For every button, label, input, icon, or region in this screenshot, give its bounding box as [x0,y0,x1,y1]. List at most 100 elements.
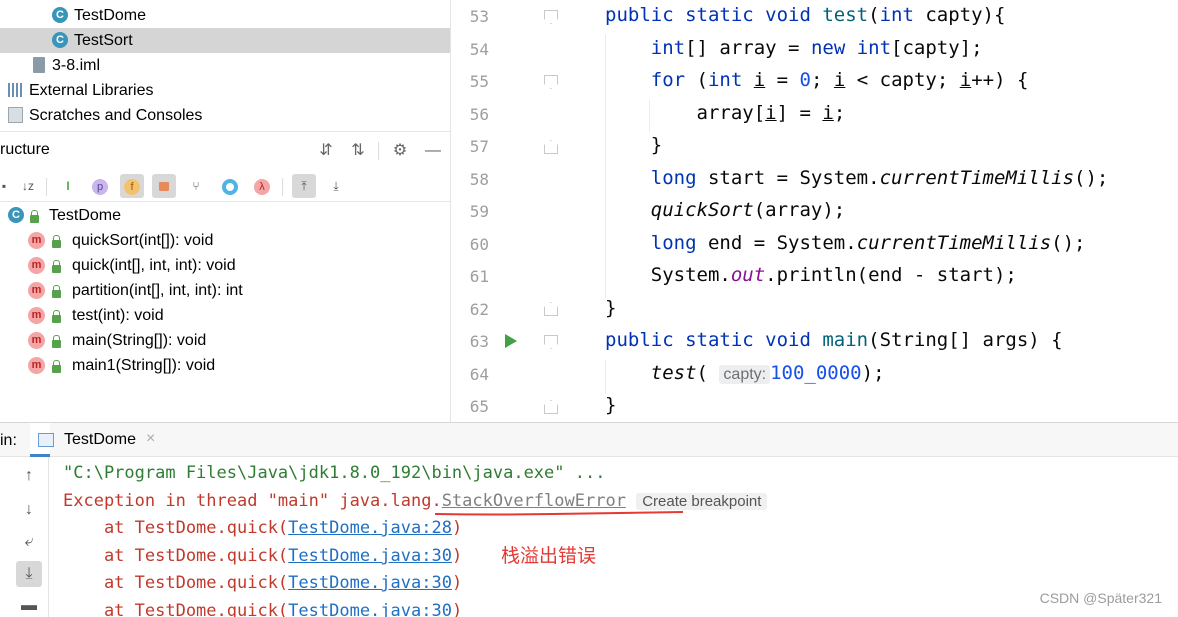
annotation-text: 栈溢出错误 [501,545,597,567]
structure-member[interactable]: m test(int): void [0,303,450,328]
fold-marker-icon[interactable] [544,400,558,414]
code-line: public static void test(int capty){ [605,4,1006,26]
member-label: quickSort(int[]): void [72,232,214,249]
code-line: } [605,134,663,156]
print-icon[interactable]: ▬ [16,593,42,617]
show-properties-button[interactable]: p [88,174,112,198]
fold-marker-icon[interactable] [544,75,558,89]
structure-member[interactable]: m main1(String[]): void [0,353,450,378]
down-arrow-icon[interactable]: ↓ [16,497,42,523]
collapse-all-icon[interactable]: ⇅ [348,141,368,161]
frame-suffix: ) [451,546,463,566]
run-label: in: [0,432,17,449]
tree-item-iml[interactable]: 3-8.iml [0,53,450,78]
code-editor[interactable]: 53 54 55 56 57 58 59 60 61 62 63 64 65 p… [450,0,1178,422]
fold-marker-icon[interactable] [544,10,558,24]
code-line: array[i] = i; [605,102,846,124]
member-label: test(int): void [72,307,164,324]
frame-source-link[interactable]: TestDome.java:30 [288,546,452,566]
frame-source-link[interactable]: TestDome.java:30 [288,573,452,593]
sort-alpha-icon[interactable]: ↓z [16,174,40,198]
code-line: } [605,394,617,416]
tree-item-scratches[interactable]: Scratches and Consoles [0,103,450,128]
run-tool-window: in: TestDome × ↑ ↓ ⤶ ⤓ ▬ "C:\Program Fil… [0,422,1178,617]
method-icon: m [28,332,45,349]
structure-header: ructure ⇵ ⇅ ⚙ — [0,131,450,169]
frame-source-link[interactable]: TestDome.java:28 [288,518,452,538]
gear-icon[interactable]: ⚙ [390,141,410,161]
code-line: public static void main(String[] args) { [605,329,1063,351]
line-number: 60 [469,235,489,254]
fold-marker-icon[interactable] [544,302,558,316]
line-number: 63 [469,332,489,351]
frame-prefix: at TestDome.quick( [63,573,289,593]
run-tab-testdome[interactable]: TestDome × [30,423,155,457]
watermark: CSDN @Später321 [1039,590,1162,606]
tree-item-testdome[interactable]: C TestDome [0,3,450,28]
code-line: long start = System.currentTimeMillis(); [650,167,1109,189]
show-fields-button[interactable]: f [120,174,144,198]
close-icon[interactable]: × [146,430,155,448]
tree-item-label: 3-8.iml [52,57,101,74]
lock-icon [52,235,61,248]
structure-title: ructure [0,141,50,158]
scroll-to-end-icon[interactable]: ⤓ [16,561,42,587]
line-number: 62 [469,300,489,319]
structure-toolbar: ▪ ↓z I p f ⑂ λ ⤒ ⤓ [0,169,450,202]
tree-item-testsort[interactable]: C TestSort [0,28,450,53]
structure-member[interactable]: m main(String[]): void [0,328,450,353]
autoscroll-from-source-icon[interactable]: ⤓ [324,174,348,198]
code-line: int[] array = new int[capty]; [650,37,983,59]
show-non-public-button[interactable] [152,174,176,198]
lock-icon [52,360,61,373]
show-lambdas-circle-icon[interactable] [218,174,242,198]
fold-marker-icon[interactable] [544,335,558,349]
expand-all-icon[interactable]: ⇵ [316,141,336,161]
tree-item-label: TestSort [74,32,133,49]
divider [282,178,283,196]
p-icon: p [92,179,108,195]
editor-gutter: 53 54 55 56 57 58 59 60 61 62 63 64 65 [451,0,563,422]
code-line: quickSort(array); [650,199,846,221]
structure-member[interactable]: m quickSort(int[]): void [0,228,450,253]
structure-member[interactable]: m partition(int[], int, int): int [0,278,450,303]
member-label: quick(int[], int, int): void [72,257,236,274]
frame-suffix: ) [451,573,463,593]
line-number: 59 [469,202,489,221]
sort-visibility-icon[interactable]: ▪ [0,174,8,198]
structure-member[interactable]: m quick(int[], int, int): void [0,253,450,278]
code-line: test( capty: 100_0000); [650,362,885,384]
frame-source-link[interactable]: TestDome.java:30 [288,601,452,617]
tree-item-external-libraries[interactable]: External Libraries [0,78,450,103]
frame-prefix: at TestDome.quick( [63,518,289,538]
minimize-icon[interactable]: — [423,141,443,161]
up-arrow-icon[interactable]: ↑ [16,463,42,489]
class-icon: C [52,32,68,48]
autoscroll-to-source-icon[interactable]: ⤒ [292,174,316,198]
soft-wrap-icon[interactable]: ⤶ [16,529,42,555]
stack-frame: at TestDome.quick(TestDome.java:30) [63,546,462,566]
code-line: for (int i = 0; i < capty; i++) { [650,69,1029,91]
show-lambdas-button[interactable]: λ [250,174,274,198]
structure-root-label: TestDome [49,207,122,224]
stack-frame: at TestDome.quick(TestDome.java:30) [63,573,462,593]
fold-marker-icon[interactable] [544,140,558,154]
library-icon [8,83,24,97]
run-gutter-icon[interactable] [505,334,517,348]
line-number: 56 [469,105,489,124]
exception-prefix: Exception in thread "main" java.lang. [63,491,442,511]
show-anonymous-icon[interactable]: ⑂ [184,174,208,198]
run-side-toolbar: ↑ ↓ ⤶ ⤓ ▬ [0,457,48,617]
structure-panel: ructure ⇵ ⇅ ⚙ — ▪ ↓z I p f ⑂ λ ⤒ ⤓ C Tes… [0,131,450,422]
structure-root[interactable]: C TestDome [0,203,450,228]
lock-icon [30,210,39,223]
code-line: long end = System.currentTimeMillis(); [650,232,1086,254]
lock-icon [52,260,61,273]
console-output[interactable]: "C:\Program Files\Java\jdk1.8.0_192\bin\… [48,457,1178,617]
inherited-icon[interactable]: I [56,174,80,198]
method-icon: m [28,257,45,274]
lock-icon [159,182,169,192]
method-icon: m [28,307,45,324]
line-number: 64 [469,365,489,384]
code-line: System.out.println(end - start); [605,264,1017,286]
